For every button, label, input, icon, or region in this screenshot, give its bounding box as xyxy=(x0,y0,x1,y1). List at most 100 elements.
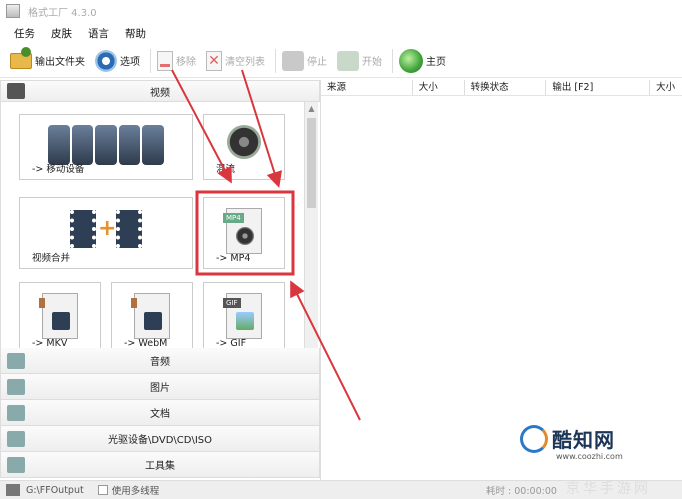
home-button[interactable]: 主页 xyxy=(399,47,446,75)
film-strip-icon xyxy=(144,312,162,330)
category-list: 音频 图片 文档 光驱设备\DVD\CD\ISO 工具集 xyxy=(0,348,320,478)
output-folder-label: 输出文件夹 xyxy=(35,57,85,68)
watermark-secondary: 京华手游网 xyxy=(566,481,651,497)
category-document[interactable]: 文档 xyxy=(0,400,320,426)
folder-icon[interactable] xyxy=(6,484,20,496)
tile-label: -> GIF xyxy=(216,338,247,348)
menu-bar: 任务 皮肤 语言 帮助 xyxy=(0,24,162,42)
remove-document-icon xyxy=(157,50,173,71)
home-label: 主页 xyxy=(426,57,446,68)
category-label: 音频 xyxy=(150,357,170,368)
mux-icon xyxy=(227,125,261,159)
tile-video-merge[interactable]: + 视频合并 xyxy=(19,197,193,269)
tile-label: -> MP4 xyxy=(216,253,251,264)
column-output[interactable]: 输出 [F2] xyxy=(546,80,651,95)
mkv-file-icon xyxy=(39,293,78,339)
category-video-label: 视频 xyxy=(150,87,170,99)
column-output-size[interactable]: 大小 xyxy=(650,80,682,95)
category-label: 图片 xyxy=(150,383,170,394)
tile-label: 混流 xyxy=(216,164,236,175)
category-label: 工具集 xyxy=(145,461,175,472)
start-label: 开始 xyxy=(362,57,382,68)
tile-gif[interactable]: GIF -> GIF xyxy=(203,282,285,348)
toolbar-divider xyxy=(392,48,393,73)
output-path[interactable]: G:\FFOutput xyxy=(26,485,84,496)
tile-label: -> WebM xyxy=(124,338,168,348)
plus-icon: + xyxy=(98,216,117,241)
category-picture[interactable]: 图片 xyxy=(0,374,320,400)
tile-mobile-devices[interactable]: -> 移动设备 xyxy=(19,114,193,180)
film-strip-icon xyxy=(70,210,96,248)
toolbar: 输出文件夹 选项 移除 ✕ 清空列表 停止 开始 主页 xyxy=(0,44,682,78)
mp4-badge: MP4 xyxy=(223,213,244,223)
tile-webm[interactable]: -> WebM xyxy=(111,282,193,348)
window-title: 格式工厂 4.3.0 xyxy=(28,7,97,19)
remove-label: 移除 xyxy=(176,57,196,68)
video-tiles-grid: -> 移动设备 混流 + 视频合并 MP4 -> MP4 -> MKV -> W… xyxy=(0,102,304,348)
task-table-header: 来源 大小 转换状态 输出 [F2] 大小 xyxy=(321,80,682,96)
gif-badge: GIF xyxy=(223,298,241,308)
home-globe-icon xyxy=(399,48,423,73)
category-label: 光驱设备\DVD\CD\ISO xyxy=(107,435,213,446)
tile-mkv[interactable]: -> MKV xyxy=(19,282,101,348)
stop-icon xyxy=(282,50,304,71)
clear-icon: ✕ xyxy=(206,50,222,71)
menu-skin[interactable]: 皮肤 xyxy=(51,26,72,41)
tile-label: -> 移动设备 xyxy=(32,164,85,175)
menu-help[interactable]: 帮助 xyxy=(125,26,146,41)
function-panel: 视频 -> 移动设备 混流 + 视频合并 MP4 -> MP4 -> MKV -… xyxy=(0,80,320,480)
stop-button[interactable]: 停止 xyxy=(282,47,327,75)
menu-task[interactable]: 任务 xyxy=(14,26,35,41)
toolbar-divider xyxy=(275,48,276,73)
webm-badge xyxy=(131,298,137,308)
mobile-devices-icon xyxy=(48,125,164,165)
video-merge-icon: + xyxy=(70,210,142,248)
film-reel-icon xyxy=(236,227,254,245)
options-label: 选项 xyxy=(120,57,140,68)
coozhi-logo-icon xyxy=(520,424,548,453)
task-list: 来源 大小 转换状态 输出 [F2] 大小 xyxy=(320,80,682,480)
gif-file-icon: GIF xyxy=(223,293,262,339)
scroll-up-arrow-icon[interactable]: ▲ xyxy=(305,102,318,116)
clear-list-button[interactable]: ✕ 清空列表 xyxy=(206,47,265,75)
tile-mux[interactable]: 混流 xyxy=(203,114,285,180)
mkv-badge xyxy=(39,298,45,308)
tile-label: 视频合并 xyxy=(32,253,71,264)
watermark-url: www.coozhi.com xyxy=(556,452,623,461)
start-button[interactable]: 开始 xyxy=(337,47,382,75)
column-source[interactable]: 来源 xyxy=(321,80,413,95)
watermark-brand: 酷知网 xyxy=(552,428,615,452)
elapsed-time: 耗时 : 00:00:00 xyxy=(486,486,557,497)
webm-file-icon xyxy=(131,293,170,339)
menu-language[interactable]: 语言 xyxy=(88,26,109,41)
category-toolbox[interactable]: 工具集 xyxy=(0,452,320,478)
options-button[interactable]: 选项 xyxy=(95,47,140,75)
category-video-header[interactable]: 视频 xyxy=(0,80,320,102)
output-folder-button[interactable]: 输出文件夹 xyxy=(10,46,85,75)
film-strip-icon xyxy=(116,210,142,248)
start-icon xyxy=(337,50,359,71)
mp4-file-icon: MP4 xyxy=(223,208,262,254)
multithread-checkbox[interactable] xyxy=(97,485,108,495)
tiles-scrollbar[interactable]: ▲ xyxy=(304,102,318,348)
column-size[interactable]: 大小 xyxy=(413,80,465,95)
remove-button[interactable]: 移除 xyxy=(157,47,196,75)
gear-icon xyxy=(95,49,117,72)
multithread-label: 使用多线程 xyxy=(111,486,160,497)
watermark-coozhi: 酷知网 www.coozhi.com xyxy=(520,424,623,461)
category-optical-disc[interactable]: 光驱设备\DVD\CD\ISO xyxy=(0,426,320,452)
category-audio[interactable]: 音频 xyxy=(0,348,320,374)
scrollbar-thumb[interactable] xyxy=(307,118,316,208)
film-strip-icon xyxy=(52,312,70,330)
image-icon xyxy=(236,312,254,330)
tile-mp4[interactable]: MP4 -> MP4 xyxy=(203,197,285,269)
tile-label: -> MKV xyxy=(32,338,68,348)
clear-list-label: 清空列表 xyxy=(225,57,265,68)
stop-label: 停止 xyxy=(307,57,327,68)
column-status[interactable]: 转换状态 xyxy=(465,80,547,95)
toolbar-divider xyxy=(150,48,151,73)
app-icon xyxy=(6,4,20,18)
folder-icon xyxy=(10,46,32,69)
category-label: 文档 xyxy=(150,409,170,420)
title-bar: 格式工厂 4.3.0 xyxy=(0,0,682,22)
